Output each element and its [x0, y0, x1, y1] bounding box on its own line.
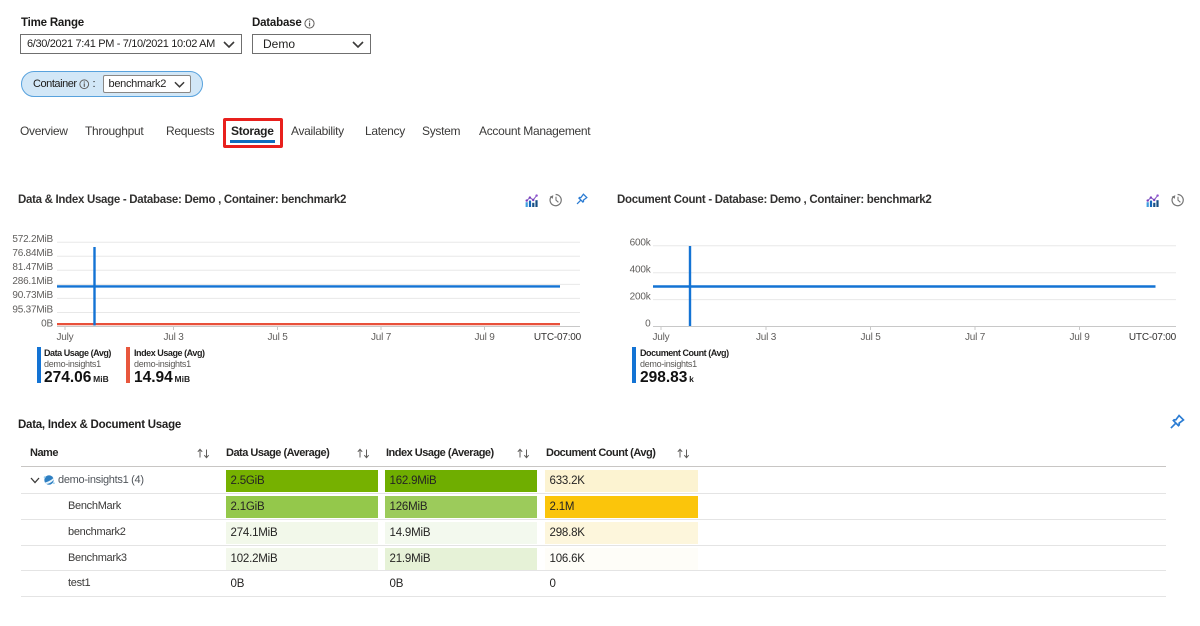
svg-text:76.84MiB: 76.84MiB	[12, 248, 53, 259]
svg-text:95.37MiB: 95.37MiB	[12, 304, 53, 315]
svg-text:Jul 9: Jul 9	[474, 332, 495, 343]
svg-text:July: July	[57, 332, 74, 343]
svg-text:UTC-07:00: UTC-07:00	[1129, 332, 1177, 343]
svg-text:81.47MiB: 81.47MiB	[12, 262, 53, 273]
svg-text:572.2MiB: 572.2MiB	[12, 234, 53, 245]
svg-text:0: 0	[645, 318, 651, 329]
svg-text:0B: 0B	[41, 318, 53, 329]
svg-text:Jul 5: Jul 5	[267, 332, 288, 343]
svg-text:Jul 7: Jul 7	[371, 332, 392, 343]
svg-text:Jul 5: Jul 5	[860, 332, 881, 343]
svg-text:200k: 200k	[630, 292, 652, 303]
svg-text:Jul 3: Jul 3	[163, 332, 184, 343]
svg-text:Jul 3: Jul 3	[756, 332, 777, 343]
svg-text:600k: 600k	[630, 238, 652, 249]
svg-text:286.1MiB: 286.1MiB	[12, 276, 53, 287]
svg-text:UTC-07:00: UTC-07:00	[534, 332, 582, 343]
svg-text:Jul 7: Jul 7	[965, 332, 986, 343]
svg-text:July: July	[653, 332, 670, 343]
svg-text:400k: 400k	[630, 265, 652, 276]
svg-text:90.73MiB: 90.73MiB	[12, 290, 53, 301]
svg-text:Jul 9: Jul 9	[1069, 332, 1090, 343]
